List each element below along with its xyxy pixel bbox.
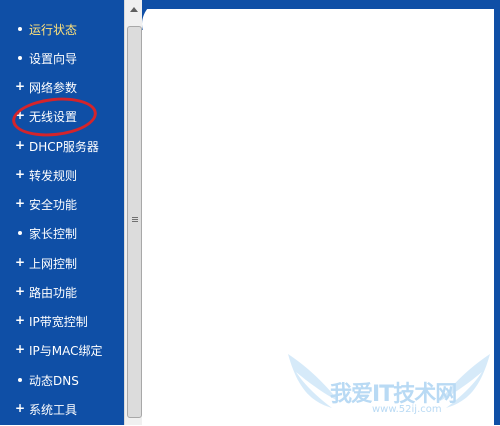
sidebar-item-label: IP带宽控制	[29, 315, 88, 329]
sidebar-item-label: 安全功能	[29, 198, 78, 212]
content-rounded-corner	[142, 0, 166, 30]
sidebar-item-system-tools[interactable]: 系统工具	[0, 399, 124, 421]
bullet-dot-icon	[15, 24, 25, 34]
sidebar-item-routing[interactable]: 路由功能	[0, 282, 124, 304]
expand-plus-icon	[15, 198, 25, 209]
sidebar-item-label: 网络参数	[29, 81, 78, 95]
sidebar-scrollbar[interactable]	[124, 0, 143, 425]
watermark: 我爱IT技术网 www.52ij.com	[282, 350, 494, 422]
sidebar-item-access-control[interactable]: 上网控制	[0, 253, 124, 275]
sidebar-item-label: 设置向导	[29, 52, 78, 66]
expand-plus-icon	[15, 344, 25, 355]
sidebar-item-label: 家长控制	[29, 227, 78, 241]
expand-plus-icon	[15, 81, 25, 92]
sidebar-item-security[interactable]: 安全功能	[0, 194, 124, 216]
sidebar-nav: 运行状态 设置向导 网络参数 无线设置 DHCP服务器 转发规则 安全功能 家	[0, 0, 124, 425]
sidebar-item-label: DHCP服务器	[29, 140, 99, 154]
sidebar-item-label: IP与MAC绑定	[29, 344, 103, 358]
sidebar-item-ddns[interactable]: 动态DNS	[0, 370, 124, 392]
sidebar-item-label: 路由功能	[29, 286, 78, 300]
expand-plus-icon	[15, 140, 25, 151]
sidebar-item-forwarding[interactable]: 转发规则	[0, 165, 124, 187]
sidebar-item-label: 动态DNS	[29, 374, 79, 388]
sidebar-item-label: 上网控制	[29, 257, 78, 271]
sidebar-item-label: 转发规则	[29, 169, 78, 183]
sidebar-item-label: 系统工具	[29, 403, 78, 417]
expand-plus-icon	[15, 403, 25, 414]
sidebar-item-dhcp[interactable]: DHCP服务器	[0, 136, 124, 158]
grip-icon	[132, 217, 138, 218]
bullet-dot-icon	[15, 53, 25, 63]
scrollbar-thumb[interactable]	[127, 26, 142, 418]
sidebar-item-status[interactable]: 运行状态	[0, 19, 124, 41]
sidebar-item-bandwidth[interactable]: IP带宽控制	[0, 311, 124, 333]
sidebar-item-parental-control[interactable]: 家长控制	[0, 223, 124, 245]
sidebar-item-setup-wizard[interactable]: 设置向导	[0, 48, 124, 70]
bullet-dot-icon	[15, 228, 25, 238]
content-top-border	[142, 0, 500, 9]
sidebar-item-ip-mac-binding[interactable]: IP与MAC绑定	[0, 340, 124, 362]
content-right-border	[494, 9, 500, 425]
sidebar-item-network[interactable]: 网络参数	[0, 77, 124, 99]
watermark-url: www.52ij.com	[372, 404, 442, 415]
expand-plus-icon	[15, 286, 25, 297]
scroll-up-arrow-icon[interactable]	[126, 2, 142, 17]
expand-plus-icon	[15, 257, 25, 268]
bullet-dot-icon	[15, 375, 25, 385]
sidebar-item-label: 运行状态	[29, 23, 78, 37]
expand-plus-icon	[15, 315, 25, 326]
expand-plus-icon	[15, 169, 25, 180]
